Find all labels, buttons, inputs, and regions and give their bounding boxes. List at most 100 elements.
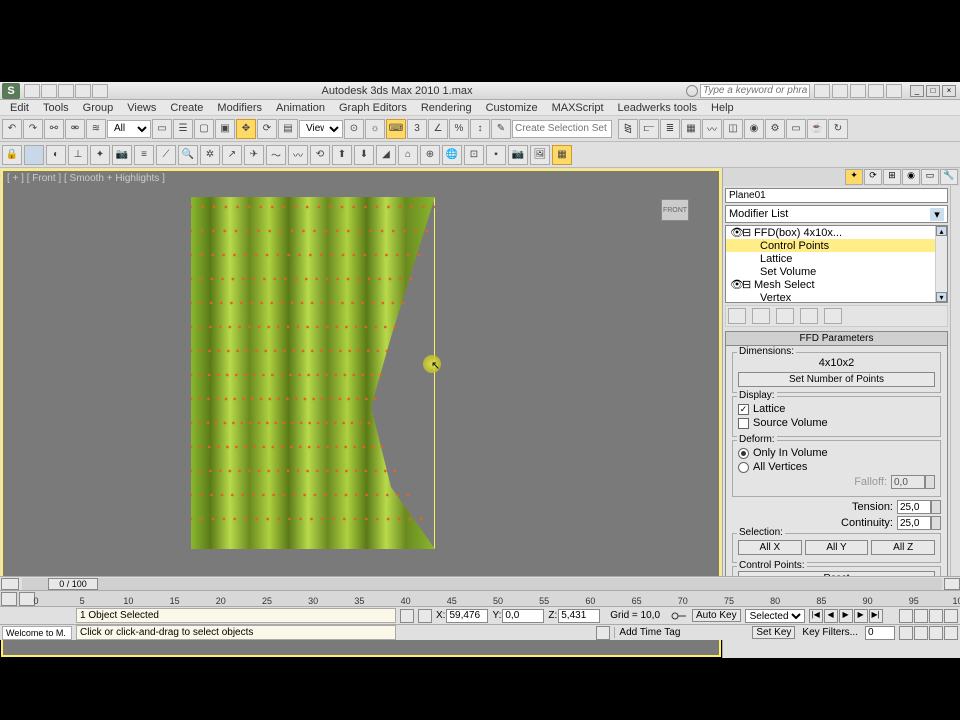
- key-mode-dropdown[interactable]: Selected: [745, 609, 805, 623]
- tool-13-icon[interactable]: 〰: [288, 145, 308, 165]
- tool-12-icon[interactable]: 〜: [266, 145, 286, 165]
- undo-button[interactable]: ↶: [2, 119, 22, 139]
- menu-help[interactable]: Help: [705, 101, 740, 115]
- menu-edit[interactable]: Edit: [4, 101, 35, 115]
- select-object-icon[interactable]: ▭: [152, 119, 172, 139]
- tension-input[interactable]: [897, 500, 931, 514]
- menu-animation[interactable]: Animation: [270, 101, 331, 115]
- tool-22-icon[interactable]: ▪: [486, 145, 506, 165]
- modifier-list-dropdown[interactable]: Modifier List ▾: [725, 205, 948, 223]
- named-sel-set-edit-icon[interactable]: ✎: [491, 119, 511, 139]
- tool-9-icon[interactable]: ✲: [200, 145, 220, 165]
- manipulate-icon[interactable]: ☼: [365, 119, 385, 139]
- make-unique-icon[interactable]: [776, 308, 794, 324]
- trackbar-toggle-icon[interactable]: [1, 592, 17, 606]
- tool-10-icon[interactable]: ↗: [222, 145, 242, 165]
- lock-selection-icon[interactable]: 🔒: [2, 145, 22, 165]
- select-by-name-icon[interactable]: ☰: [173, 119, 193, 139]
- menu-leadwerks[interactable]: Leadwerks tools: [612, 101, 704, 115]
- current-frame-input[interactable]: [865, 626, 895, 640]
- key-filters-button[interactable]: Key Filters...: [799, 627, 861, 638]
- next-frame-icon[interactable]: ▶: [854, 609, 868, 623]
- tool-16-icon[interactable]: ⬇: [354, 145, 374, 165]
- tool-7-icon[interactable]: ⟋: [156, 145, 176, 165]
- tension-spinner[interactable]: [931, 500, 941, 514]
- x-coord-input[interactable]: [446, 609, 488, 623]
- tool-15-icon[interactable]: ⬆: [332, 145, 352, 165]
- named-selection-set-input[interactable]: [512, 120, 612, 138]
- schematic-view-icon[interactable]: ◫: [723, 119, 743, 139]
- tool-4-icon[interactable]: ✦: [90, 145, 110, 165]
- zoom-extents-icon[interactable]: [929, 609, 943, 623]
- motion-tab-icon[interactable]: ◉: [902, 169, 920, 185]
- set-key-button[interactable]: Set Key: [752, 626, 795, 639]
- snap-toggle-3-icon[interactable]: 3: [407, 119, 427, 139]
- z-coord-input[interactable]: [558, 609, 600, 623]
- angle-snap-icon[interactable]: ∠: [428, 119, 448, 139]
- menu-group[interactable]: Group: [77, 101, 120, 115]
- open-icon[interactable]: [41, 84, 57, 98]
- absolute-relative-icon[interactable]: [418, 609, 432, 623]
- redo-icon[interactable]: [92, 84, 108, 98]
- menu-create[interactable]: Create: [164, 101, 209, 115]
- layer-manager-icon[interactable]: ≣: [660, 119, 680, 139]
- configure-sets-icon[interactable]: [824, 308, 842, 324]
- goto-end-icon[interactable]: ▶|: [869, 609, 883, 623]
- maximize-viewport-icon[interactable]: [944, 626, 958, 640]
- panel-resize-strip[interactable]: [950, 186, 960, 601]
- menu-customize[interactable]: Customize: [480, 101, 544, 115]
- display-tab-icon[interactable]: ▭: [921, 169, 939, 185]
- lock-icon[interactable]: [596, 626, 610, 640]
- undo-icon[interactable]: [75, 84, 91, 98]
- select-rotate-icon[interactable]: ⟳: [257, 119, 277, 139]
- material-editor-icon[interactable]: ◉: [744, 119, 764, 139]
- stack-scrollbar[interactable]: ▴ ▾: [935, 226, 947, 302]
- hierarchy-tab-icon[interactable]: ⊞: [883, 169, 901, 185]
- continuity-input[interactable]: [897, 516, 931, 530]
- stack-ffd-box[interactable]: 👁⊟FFD(box) 4x10x...: [726, 226, 947, 239]
- selection-filter-dropdown[interactable]: All: [107, 120, 151, 138]
- tool-20-icon[interactable]: 🌐: [442, 145, 462, 165]
- all-x-button[interactable]: All X: [738, 540, 802, 555]
- save-icon[interactable]: [58, 84, 74, 98]
- lattice-checkbox[interactable]: ✓: [738, 404, 749, 415]
- tool-17-icon[interactable]: ◢: [376, 145, 396, 165]
- scroll-down-icon[interactable]: ▾: [936, 292, 947, 302]
- scroll-up-icon[interactable]: ▴: [936, 226, 947, 236]
- tool-21-icon[interactable]: ⊡: [464, 145, 484, 165]
- play-icon[interactable]: ▶: [839, 609, 853, 623]
- mirror-icon[interactable]: ⧎: [618, 119, 638, 139]
- tool-24-icon[interactable]: 🖼: [530, 145, 550, 165]
- pan-icon[interactable]: [899, 626, 913, 640]
- render-iterative-icon[interactable]: ↻: [828, 119, 848, 139]
- source-volume-checkbox[interactable]: [738, 418, 749, 429]
- object-name-field[interactable]: Plane01: [725, 188, 948, 203]
- graphite-tools-icon[interactable]: ▦: [681, 119, 701, 139]
- close-button[interactable]: ×: [942, 85, 956, 97]
- only-in-volume-radio[interactable]: [738, 448, 749, 459]
- stack-set-volume[interactable]: Set Volume: [726, 265, 947, 278]
- reference-coord-dropdown[interactable]: View: [299, 120, 343, 138]
- communication-icon[interactable]: [850, 84, 866, 98]
- infocenter-search-input[interactable]: [700, 84, 810, 98]
- tool-18-icon[interactable]: ⌂: [398, 145, 418, 165]
- tool-5-icon[interactable]: 📷: [112, 145, 132, 165]
- select-scale-icon[interactable]: ▤: [278, 119, 298, 139]
- render-setup-icon[interactable]: ⚙: [765, 119, 785, 139]
- all-vertices-radio[interactable]: [738, 462, 749, 473]
- select-region-rect-icon[interactable]: ▢: [194, 119, 214, 139]
- prev-frame-icon[interactable]: ◀: [824, 609, 838, 623]
- app-logo-icon[interactable]: S: [2, 83, 20, 99]
- tool-1-icon[interactable]: [24, 145, 44, 165]
- tool-19-icon[interactable]: ⊕: [420, 145, 440, 165]
- curtain-mesh[interactable]: [191, 197, 435, 549]
- infocenter-toggle-icon[interactable]: [686, 85, 698, 97]
- pivot-center-icon[interactable]: ⊙: [344, 119, 364, 139]
- menu-maxscript[interactable]: MAXScript: [546, 101, 610, 115]
- menu-tools[interactable]: Tools: [37, 101, 75, 115]
- tool-14-icon[interactable]: ⟲: [310, 145, 330, 165]
- tool-6-icon[interactable]: ≡: [134, 145, 154, 165]
- tool-11-icon[interactable]: ✈: [244, 145, 264, 165]
- window-crossing-icon[interactable]: ▣: [215, 119, 235, 139]
- keyboard-shortcut-toggle-icon[interactable]: ⌨: [386, 119, 406, 139]
